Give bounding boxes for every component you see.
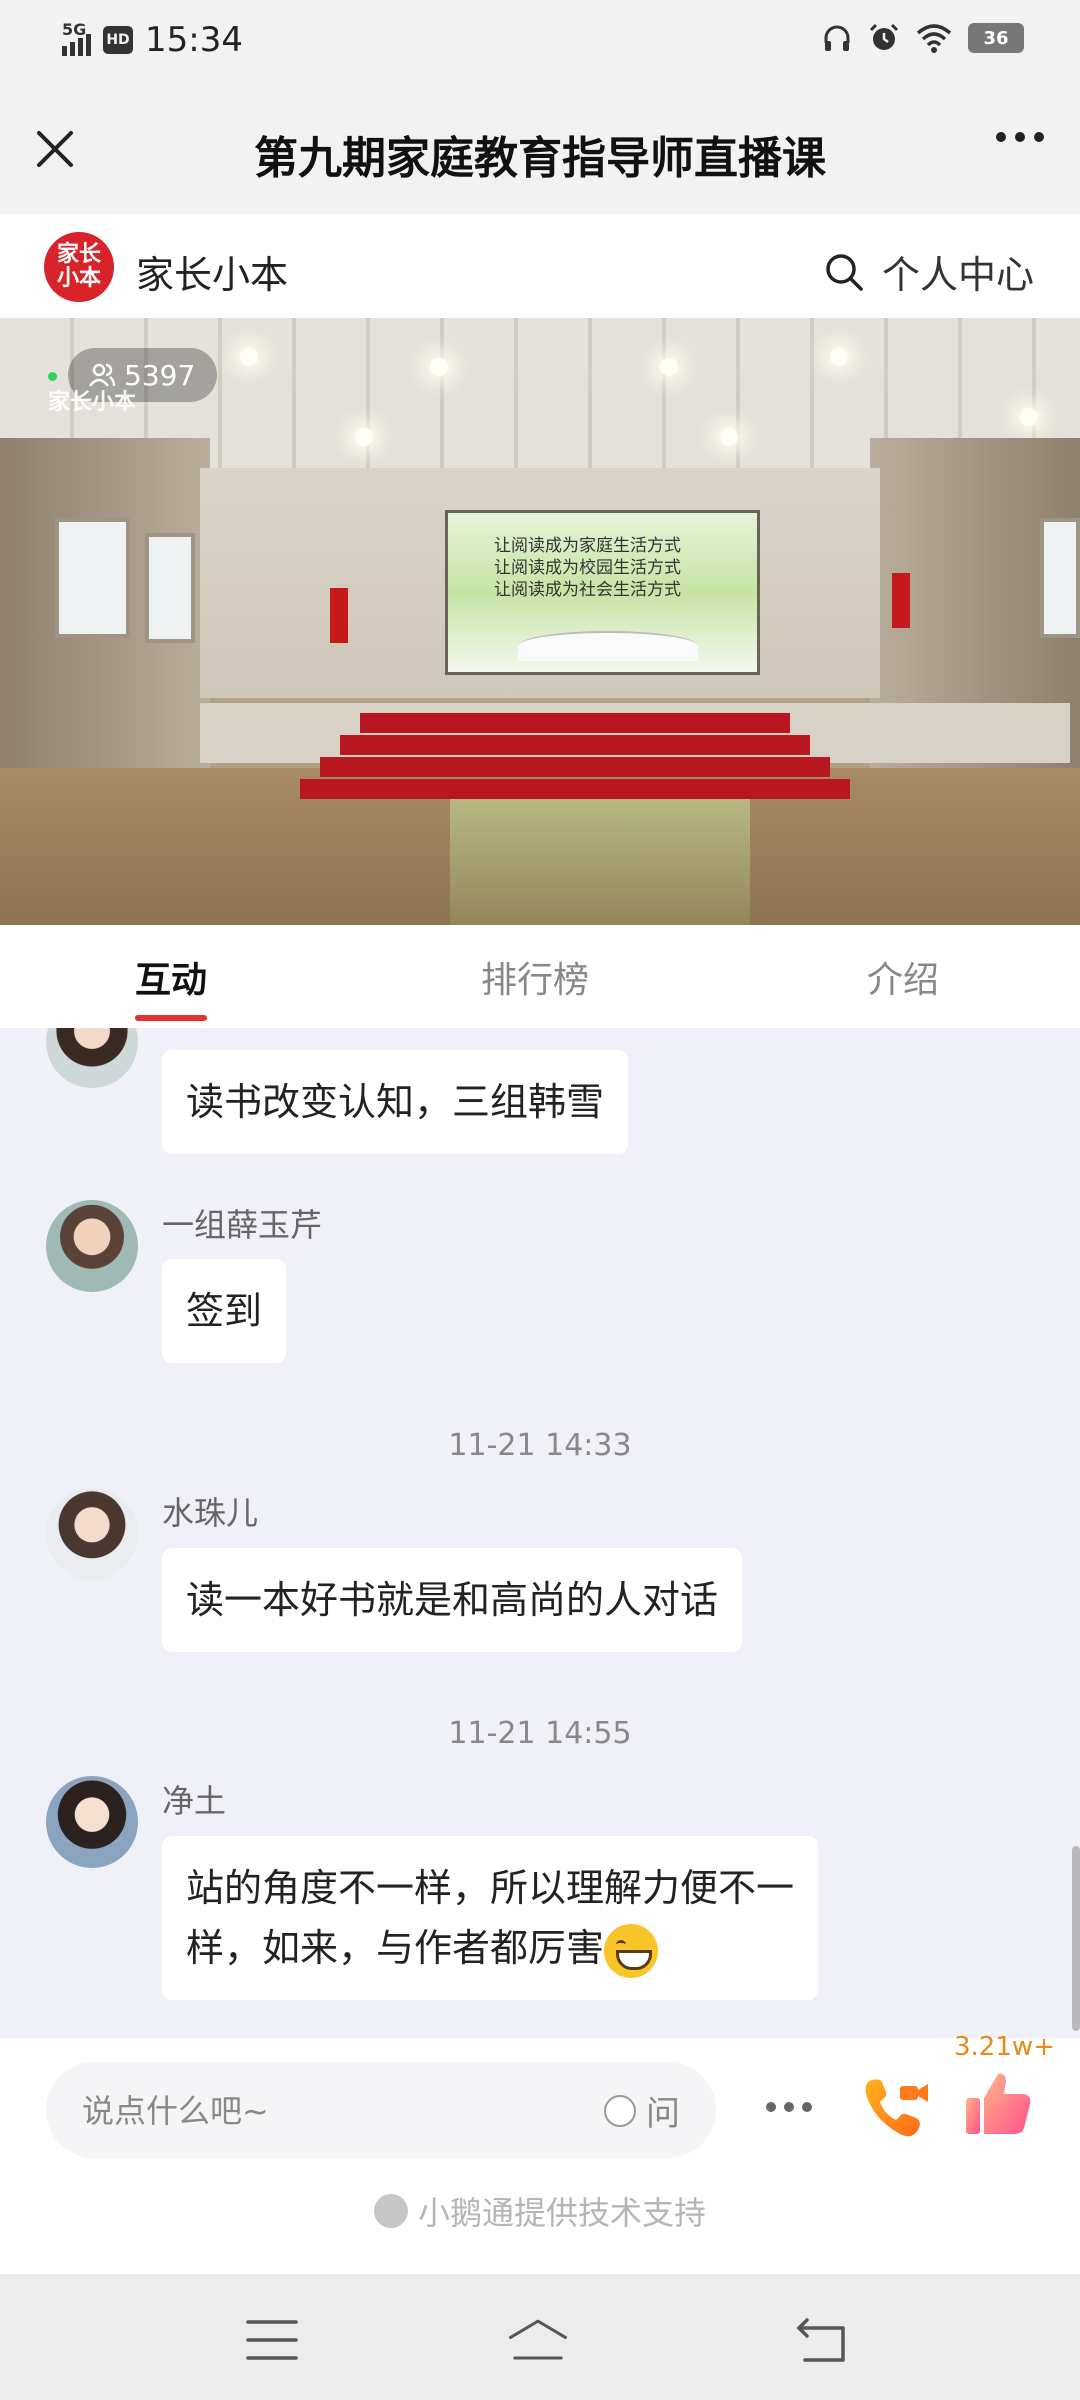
brand-name[interactable]: 家长小本 <box>136 244 288 299</box>
message-bubble: 读书改变认知，三组韩雪 <box>162 1050 629 1154</box>
clock: 15:34 <box>145 20 243 60</box>
more-button[interactable] <box>996 132 1044 142</box>
comment-input[interactable]: 说点什么吧~ 问 <box>46 2062 716 2158</box>
message-bubble: 站的角度不一样，所以理解力便不一 样，如来，与作者都厉害 <box>162 1836 819 2000</box>
user-center-link[interactable]: 个人中心 <box>882 244 1034 299</box>
hd-icon: HD <box>103 26 133 54</box>
grinning-face-icon <box>604 1923 659 1978</box>
like-count: 3.21w+ <box>954 2032 1055 2062</box>
tab-ranking[interactable]: 排行榜 <box>481 951 589 1003</box>
stage-screen: 让阅读成为家庭生活方式 让阅读成为校园生活方式 让阅读成为社会生活方式 <box>445 510 760 675</box>
tab-intro[interactable]: 介绍 <box>867 951 939 1003</box>
sender-name: 水珠儿 <box>162 1494 259 1532</box>
menu-button[interactable] <box>242 2310 302 2370</box>
sender-name: 净土 <box>162 1782 227 1820</box>
back-button[interactable] <box>793 2310 853 2370</box>
tab-bar: 互动 排行榜 介绍 <box>0 925 1080 1028</box>
back-icon <box>797 2318 845 2362</box>
tab-interaction[interactable]: 互动 <box>135 951 207 1003</box>
home-button[interactable] <box>508 2310 568 2370</box>
chat-list[interactable]: 读书改变认知，三组韩雪 一组薛玉芹 签到 11-21 14:33 水珠儿 读一本… <box>0 1028 1080 2038</box>
avatar[interactable] <box>46 1028 138 1088</box>
comment-placeholder: 说点什么吧~ <box>82 2092 269 2130</box>
wifi-icon <box>916 24 952 53</box>
screen-text: 让阅读成为家庭生活方式 让阅读成为校园生活方式 让阅读成为社会生活方式 <box>494 536 681 600</box>
live-indicator <box>48 372 57 381</box>
thumbs-up-icon[interactable] <box>962 2068 1034 2140</box>
avatar[interactable] <box>46 1776 138 1868</box>
avatar[interactable] <box>46 1200 138 1292</box>
page-title: 第九期家庭教育指导师直播课 <box>254 133 826 184</box>
xiaoetong-logo-icon <box>373 2194 408 2228</box>
video-call-icon[interactable] <box>860 2072 932 2144</box>
menu-icon <box>246 2320 298 2360</box>
status-left: 5G HD 15:34 <box>62 20 243 60</box>
home-icon <box>509 2319 567 2360</box>
message-timestamp: 11-21 14:33 <box>448 1428 632 1463</box>
active-tab-indicator <box>135 1015 207 1021</box>
chat-scrollbar[interactable] <box>1072 1846 1080 2031</box>
ask-question-toggle[interactable]: 问 <box>604 2086 680 2135</box>
sender-name: 一组薛玉芹 <box>162 1206 323 1244</box>
search-icon[interactable] <box>824 252 864 292</box>
video-watermark: 家长小本 <box>48 390 137 415</box>
system-nav-bar <box>0 2274 1080 2400</box>
avatar[interactable] <box>46 1488 138 1580</box>
ask-label: 问 <box>646 2094 680 2134</box>
status-bar: 5G HD 15:34 36 <box>0 0 1080 84</box>
brand-actions: 个人中心 <box>824 244 1034 299</box>
brand-bar: 家长小本 家长小本 个人中心 <box>0 214 1080 318</box>
message-bubble: 读一本好书就是和高尚的人对话 <box>162 1548 743 1652</box>
tech-support-note: 小鹅通提供技术支持 <box>0 2188 1080 2234</box>
status-right: 36 <box>822 22 1024 54</box>
more-horizontal-icon <box>996 132 1006 142</box>
stage-steps <box>300 713 850 808</box>
signal-icon: 5G <box>62 20 91 56</box>
headphones-icon <box>824 25 850 51</box>
book-image <box>518 631 698 661</box>
message-timestamp: 11-21 14:55 <box>448 1716 632 1751</box>
alarm-icon <box>869 23 899 50</box>
live-video-player[interactable]: 让阅读成为家庭生活方式 让阅读成为校园生活方式 让阅读成为社会生活方式 5397… <box>0 318 1080 925</box>
more-options-button[interactable] <box>766 2102 812 2112</box>
more-horizontal-icon <box>766 2102 776 2112</box>
radio-icon <box>604 2094 636 2127</box>
brand-logo[interactable]: 家长小本 <box>44 232 114 302</box>
nav-header: 第九期家庭教育指导师直播课 <box>0 84 1080 214</box>
input-bar: 说点什么吧~ 问 3.21w+ 小鹅通提供技术支持 <box>0 2032 1080 2274</box>
battery-icon: 36 <box>968 23 1024 53</box>
message-bubble: 签到 <box>162 1259 287 1363</box>
network-type: 5G <box>62 20 87 39</box>
